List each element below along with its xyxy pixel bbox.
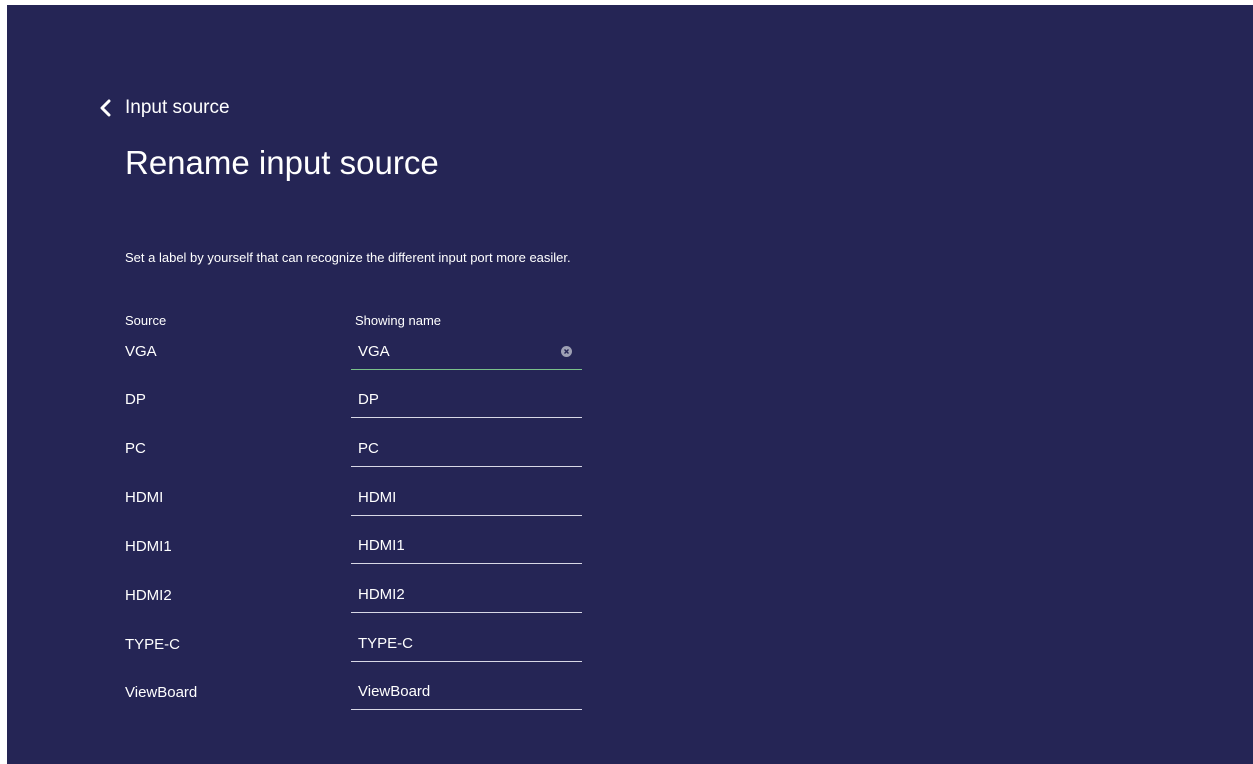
showing-name-field-type-c[interactable] (351, 628, 582, 662)
showing-name-field-pc[interactable] (351, 433, 582, 467)
page-title: Rename input source (125, 144, 439, 181)
source-label-hdmi1: HDMI1 (125, 538, 172, 555)
clear-icon[interactable] (561, 346, 572, 357)
showing-name-field-dp[interactable] (351, 384, 582, 418)
back-button[interactable]: Input source (95, 92, 230, 124)
source-column-header: Source (125, 313, 167, 328)
chevron-left-icon (95, 98, 115, 118)
showing-name-field-hdmi[interactable] (351, 482, 582, 516)
showing-name-input-hdmi[interactable] (358, 482, 548, 512)
showing-name-field-vga[interactable] (351, 336, 582, 370)
showing-name-input-dp[interactable] (358, 384, 548, 414)
description-text: Set a label by yourself that can recogni… (125, 250, 571, 265)
showing-name-input-viewboard[interactable] (358, 676, 548, 706)
showing-name-input-pc[interactable] (358, 433, 548, 463)
source-label-pc: PC (125, 440, 146, 457)
showing-name-field-hdmi1[interactable] (351, 530, 582, 564)
showing-name-input-type-c[interactable] (358, 628, 548, 658)
back-label: Input source (125, 97, 230, 118)
source-label-viewboard: ViewBoard (125, 684, 198, 701)
showing-name-column-header: Showing name (355, 313, 441, 328)
showing-name-field-hdmi2[interactable] (351, 579, 582, 613)
source-label-hdmi: HDMI (125, 489, 164, 506)
source-label-type-c: TYPE-C (125, 636, 181, 653)
showing-name-field-viewboard[interactable] (351, 676, 582, 710)
showing-name-input-vga[interactable] (358, 336, 548, 366)
settings-screen: Input source Rename input source Set a l… (7, 5, 1253, 764)
showing-name-input-hdmi2[interactable] (358, 579, 548, 609)
source-label-hdmi2: HDMI2 (125, 587, 172, 604)
source-label-dp: DP (125, 391, 146, 408)
source-label-vga: VGA (125, 343, 157, 360)
showing-name-input-hdmi1[interactable] (358, 530, 548, 560)
